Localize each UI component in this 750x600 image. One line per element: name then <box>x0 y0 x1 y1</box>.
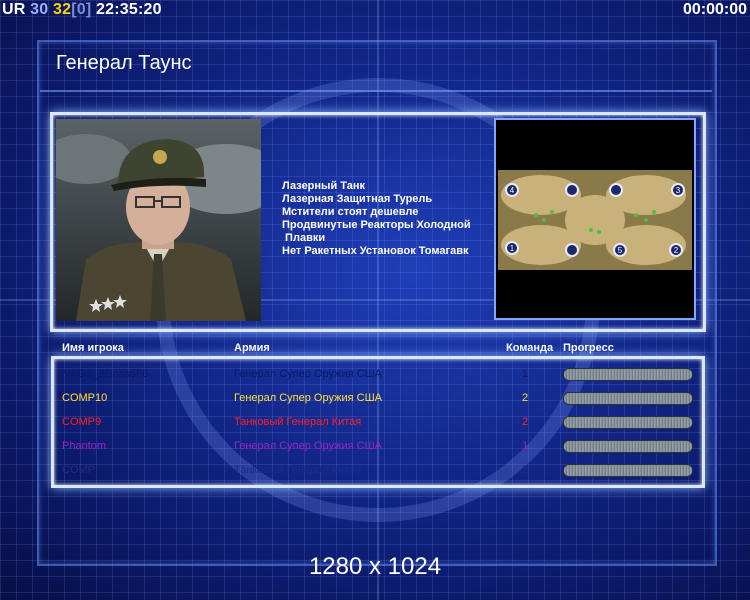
feature-item: Лазерный Танк <box>282 180 365 192</box>
hud-clock: 22:35:20 <box>96 1 162 18</box>
player-row: MeGa_BBoss666 Генерал Супер Оружия США 1 <box>0 365 750 383</box>
player-army: Танковый Генерал Китая <box>234 464 362 476</box>
player-name: Phantom <box>62 440 107 452</box>
player-name: COMP9 <box>62 416 102 428</box>
start-position-label: 3 <box>676 186 681 195</box>
column-header-team: Команда <box>506 342 554 354</box>
hud-ur: UR <box>2 1 26 18</box>
progress-bar <box>563 440 693 453</box>
progress-bar <box>563 464 693 477</box>
start-position-label: 2 <box>674 246 679 255</box>
resolution-label: 1280 x 1024 <box>308 553 442 580</box>
feature-item: Плавки <box>282 232 326 244</box>
player-army: Генерал Супер Оружия США <box>234 392 382 404</box>
feature-item: Нет Ракетных Установок Томагавк <box>282 245 469 257</box>
player-team: 2 <box>522 416 529 428</box>
feature-item: Продвинутые Реакторы Холодной <box>282 219 471 231</box>
progress-bar <box>563 416 693 429</box>
player-team: 2 <box>522 392 529 404</box>
general-portrait <box>56 119 261 321</box>
player-team: 1 <box>522 368 529 380</box>
player-row: Phantom Генерал Супер Оружия США 1 <box>0 437 750 455</box>
player-name: COMP <box>62 464 95 476</box>
progress-bar <box>563 368 693 381</box>
map-preview: 1 2 3 4 5 <box>494 118 696 320</box>
title-divider <box>40 90 712 92</box>
player-row: COMP10 Генерал Супер Оружия США 2 <box>0 389 750 407</box>
progress-bar <box>563 392 693 405</box>
player-row: COMP9 Танковый Генерал Китая 2 <box>0 413 750 431</box>
player-row: COMP Танковый Генерал Китая 2 <box>0 461 750 479</box>
hud-fps: 30 <box>30 1 49 18</box>
hud-ping: 32 <box>53 1 72 18</box>
general-features-list: Лазерный Танк Лазерная Защитная Турель М… <box>282 180 492 258</box>
general-title: Генерал Таунс <box>56 52 192 74</box>
feature-item: Лазерная Защитная Турель <box>282 193 433 205</box>
player-army: Генерал Супер Оружия США <box>234 368 382 380</box>
player-name: COMP10 <box>62 392 108 404</box>
player-army: Генерал Супер Оружия США <box>234 440 382 452</box>
player-army: Танковый Генерал Китая <box>234 416 362 428</box>
feature-item: Мстители стоят дешевле <box>282 206 419 218</box>
player-team: 2 <box>522 464 529 476</box>
hud-bar: UR 30 32[0] 22:35:20 00:00:00 <box>0 0 750 22</box>
hud-bracket: [0] <box>71 1 92 18</box>
player-name: MeGa_BBoss666 <box>62 368 149 380</box>
player-team: 1 <box>522 440 529 452</box>
column-header-army: Армия <box>234 342 270 354</box>
column-header-player: Имя игрока <box>62 342 124 354</box>
hud-timer: 00:00:00 <box>682 1 747 18</box>
hud-stats: UR 30 32[0] 22:35:20 <box>2 0 162 20</box>
column-header-progress: Прогресс <box>563 342 614 354</box>
start-position-label: 1 <box>510 244 515 253</box>
start-position-label: 5 <box>618 246 623 255</box>
start-position-label: 4 <box>510 186 515 195</box>
